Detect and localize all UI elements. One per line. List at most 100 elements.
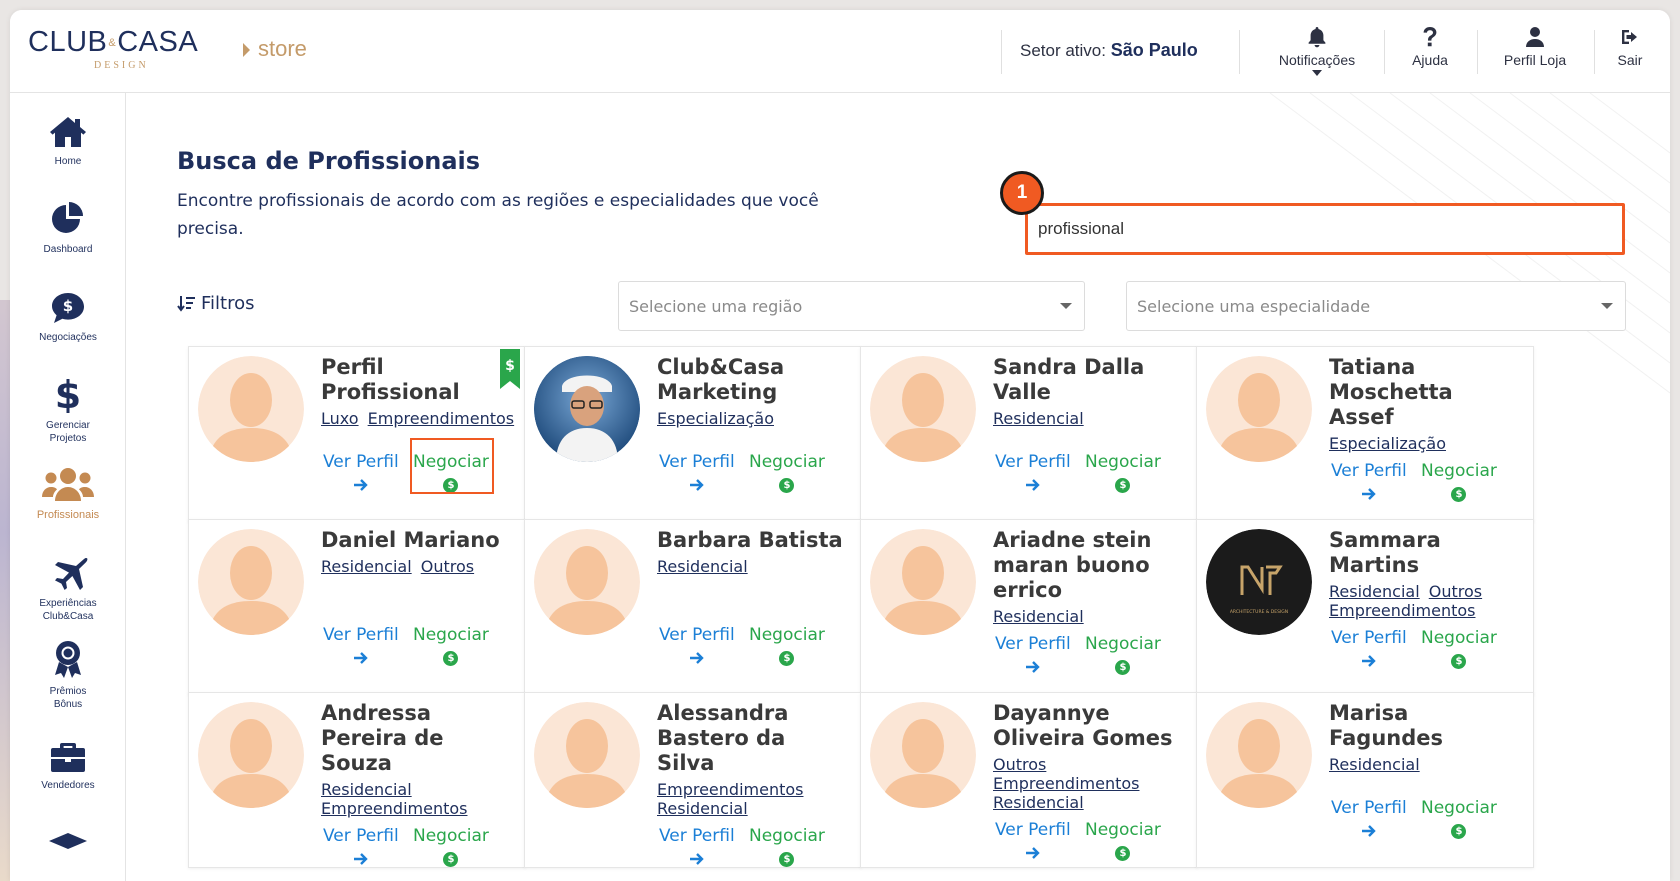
negotiate-button[interactable]: Negociar $	[413, 625, 489, 667]
chevron-down-icon	[1060, 303, 1072, 309]
view-profile-button[interactable]: Ver Perfil	[995, 634, 1071, 676]
sidebar: Home Dashboard $ Negociações $ Gerenciar…	[10, 93, 126, 881]
professional-name[interactable]: Perfil Profissional	[321, 355, 511, 405]
sidebar-item-gerenciar-projetos[interactable]: $ Gerenciar Projetos	[10, 373, 126, 445]
negotiate-button[interactable]: Negociar $	[749, 625, 825, 667]
specialty-link[interactable]: Residencial	[993, 607, 1084, 626]
specialty-link[interactable]: Residencial	[993, 793, 1084, 812]
help-button[interactable]: Ajuda	[1395, 24, 1465, 84]
dollar-icon: $	[55, 373, 81, 413]
sidebar-item-profissionais[interactable]: Profissionais	[10, 463, 126, 522]
dollar-coin-icon: $	[1115, 845, 1131, 861]
negotiate-button[interactable]: Negociar $	[749, 826, 825, 868]
specialty-link[interactable]: Empreendimentos	[993, 774, 1139, 793]
specialty-link[interactable]: Empreendimentos	[321, 799, 467, 818]
view-profile-button[interactable]: Ver Perfil	[995, 452, 1071, 494]
specialty-link[interactable]: Residencial	[1329, 755, 1420, 774]
arrow-right-icon	[353, 476, 369, 494]
header-divider	[1001, 30, 1002, 74]
professional-name[interactable]: Dayannye Oliveira Gomes	[993, 701, 1183, 751]
specialty-link[interactable]: Luxo	[321, 409, 359, 428]
view-profile-button[interactable]: Ver Perfil	[1331, 628, 1407, 670]
specialty-link[interactable]: Empreendimentos	[1329, 601, 1475, 620]
architecture-logo: ARCHITECTURE & DESIGN	[1206, 529, 1312, 635]
negotiate-button[interactable]: Negociar $	[1085, 452, 1161, 494]
sidebar-item-dashboard[interactable]: Dashboard	[10, 197, 126, 256]
sidebar-item-label: Negociações	[39, 332, 97, 343]
sidebar-item-label: Prêmios Bônus	[49, 686, 87, 710]
sidebar-item-negociacoes[interactable]: $ Negociações	[10, 285, 126, 344]
negotiate-button[interactable]: Negociar $	[749, 452, 825, 494]
view-profile-label: Ver Perfil	[1331, 628, 1407, 648]
sidebar-item-home[interactable]: Home	[10, 109, 126, 168]
view-profile-label: Ver Perfil	[995, 820, 1071, 840]
avatar-placeholder-icon	[534, 702, 640, 808]
specialty-link[interactable]: Empreendimentos	[368, 409, 514, 428]
view-profile-button[interactable]: Ver Perfil	[323, 625, 399, 667]
header-divider	[1594, 30, 1595, 74]
view-profile-button[interactable]: Ver Perfil	[1331, 798, 1407, 840]
specialties-list: Residencial	[1329, 755, 1529, 774]
specialties-list: Residencial	[993, 607, 1193, 626]
active-sector-label: Setor ativo:	[1020, 41, 1106, 60]
negotiate-button[interactable]: Negociar $	[413, 826, 489, 868]
negotiate-label: Negociar	[749, 452, 825, 472]
specialty-link[interactable]: Outros	[421, 557, 474, 576]
active-sector: Setor ativo: São Paulo	[1020, 40, 1198, 61]
view-profile-button[interactable]: Ver Perfil	[659, 452, 735, 494]
view-profile-label: Ver Perfil	[659, 625, 735, 645]
professional-name[interactable]: Ariadne stein maran buono errico	[993, 528, 1183, 603]
search-input[interactable]	[1028, 206, 1622, 252]
negotiate-button[interactable]: Negociar $	[1421, 628, 1497, 670]
negotiate-button[interactable]: Negociar $	[1085, 820, 1161, 862]
view-profile-button[interactable]: Ver Perfil	[323, 452, 399, 494]
sidebar-item-vendedores[interactable]: Vendedores	[10, 733, 126, 792]
professional-name[interactable]: Sandra Dalla Valle	[993, 355, 1183, 405]
logout-button[interactable]: Sair	[1602, 24, 1658, 84]
view-profile-label: Ver Perfil	[1331, 461, 1407, 481]
professional-name[interactable]: Daniel Mariano	[321, 528, 511, 553]
negotiate-label: Negociar	[1421, 628, 1497, 648]
specialty-link[interactable]: Outros	[993, 755, 1046, 774]
header-divider	[1477, 30, 1478, 74]
negotiate-button[interactable]: Negociar $	[1421, 461, 1497, 503]
specialty-link[interactable]: Outros	[1429, 582, 1482, 601]
professional-card: ARCHITECTURE & DESIGN Sammara Martins Resi…	[1196, 519, 1534, 695]
filters-toggle[interactable]: Filtros	[177, 293, 255, 314]
store-profile-button[interactable]: Perfil Loja	[1485, 24, 1585, 84]
professional-name[interactable]: Tatiana Moschetta Assef	[1329, 355, 1519, 430]
notifications-button[interactable]: Notificações	[1262, 24, 1372, 84]
view-profile-button[interactable]: Ver Perfil	[995, 820, 1071, 862]
club-casa-logo[interactable]: CLUB&CASA DESIGN	[28, 26, 218, 76]
sidebar-item-more[interactable]	[10, 811, 126, 857]
dollar-coin-icon: $	[443, 650, 459, 666]
specialty-link[interactable]: Residencial	[1329, 582, 1420, 601]
specialty-link[interactable]: Residencial	[657, 557, 748, 576]
negotiate-button[interactable]: Negociar $	[1085, 634, 1161, 676]
view-profile-label: Ver Perfil	[995, 452, 1071, 472]
sidebar-item-experiencias[interactable]: Experiências Club&Casa	[10, 551, 126, 623]
region-select[interactable]: Selecione uma região	[618, 281, 1085, 331]
specialty-link[interactable]: Especialização	[1329, 434, 1446, 453]
plane-icon	[48, 551, 88, 591]
sidebar-item-premios[interactable]: Prêmios Bônus	[10, 639, 126, 711]
negotiate-button[interactable]: Negociar $	[1421, 798, 1497, 840]
view-profile-button[interactable]: Ver Perfil	[1331, 461, 1407, 503]
professional-name[interactable]: Barbara Batista	[657, 528, 847, 553]
professional-name[interactable]: Alessandra Bastero da Silva	[657, 701, 847, 776]
specialty-link[interactable]: Residencial	[657, 799, 748, 818]
specialty-link[interactable]: Residencial	[321, 557, 412, 576]
professional-name[interactable]: Marisa Fagundes	[1329, 701, 1519, 751]
professional-name[interactable]: Club&Casa Marketing	[657, 355, 847, 405]
specialty-link[interactable]: Residencial	[321, 780, 412, 799]
specialty-link[interactable]: Residencial	[993, 409, 1084, 428]
professional-name[interactable]: Andressa Pereira de Souza	[321, 701, 511, 776]
view-profile-button[interactable]: Ver Perfil	[659, 826, 735, 868]
sidebar-item-label: Dashboard	[43, 244, 93, 255]
view-profile-button[interactable]: Ver Perfil	[323, 826, 399, 868]
specialty-link[interactable]: Empreendimentos	[657, 780, 803, 799]
view-profile-button[interactable]: Ver Perfil	[659, 625, 735, 667]
specialty-link[interactable]: Especialização	[657, 409, 774, 428]
specialty-select[interactable]: Selecione uma especialidade	[1126, 281, 1626, 331]
professional-name[interactable]: Sammara Martins	[1329, 528, 1519, 578]
